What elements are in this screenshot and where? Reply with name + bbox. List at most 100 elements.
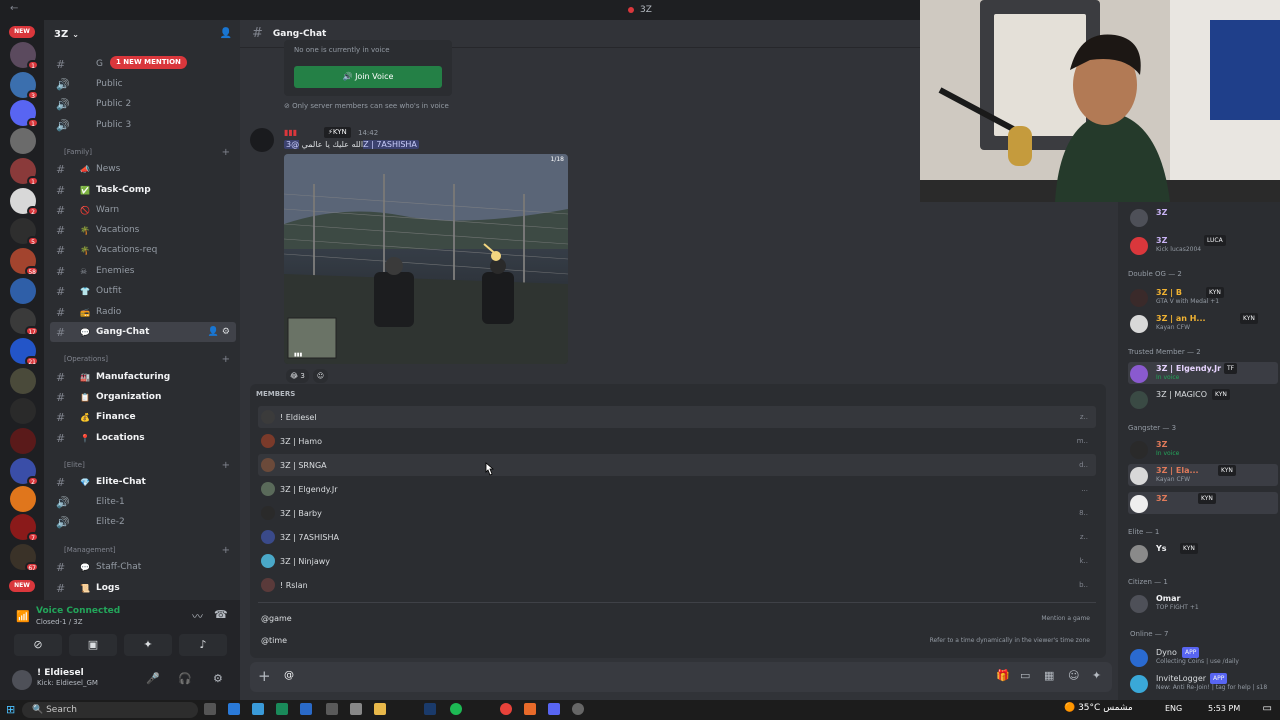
member[interactable]: 3Z | B GTA V with Medal +1 KYN bbox=[1128, 286, 1278, 308]
brave-icon[interactable] bbox=[524, 703, 536, 715]
member[interactable]: Ys KYN bbox=[1128, 542, 1278, 564]
emoji-icon[interactable]: ☺ bbox=[1068, 669, 1079, 682]
app-icon[interactable] bbox=[572, 703, 584, 715]
folder-icon[interactable] bbox=[374, 703, 386, 715]
member-option[interactable]: 3Z | Hamo m.. bbox=[258, 430, 1096, 452]
edge-icon[interactable] bbox=[276, 703, 288, 715]
server-icon[interactable]: 5 bbox=[10, 218, 39, 246]
channel-radio[interactable]: # 📻 Radio bbox=[50, 302, 236, 322]
member[interactable]: Dyno Collecting Coins | use /daily APP bbox=[1128, 646, 1278, 668]
channel-task-comp[interactable]: # ✅ Task-Comp bbox=[50, 180, 236, 200]
invite-icon[interactable]: 👤 bbox=[220, 28, 232, 39]
clock[interactable]: 5:53 PM bbox=[1208, 704, 1240, 713]
channel-vacations[interactable]: # 🌴 Vacations bbox=[50, 220, 236, 240]
server-icon[interactable]: 1 bbox=[10, 158, 39, 186]
member[interactable]: InviteLogger New: Anti Re-Join! | tag for… bbox=[1128, 672, 1278, 694]
member[interactable]: 3Z Kick lucas2004 LUCA bbox=[1128, 234, 1278, 256]
command-option[interactable]: @game Mention a game bbox=[258, 607, 1096, 629]
channel-staff-chat[interactable]: # 💬 Staff-Chat bbox=[50, 557, 236, 577]
server-icon[interactable]: 67 bbox=[10, 544, 39, 572]
member[interactable]: 3Z KYN bbox=[1128, 492, 1278, 514]
member-option[interactable]: 3Z | Barby 8.. bbox=[258, 502, 1096, 524]
disconnect-icon[interactable]: ☎ bbox=[214, 608, 228, 621]
member-option[interactable]: 3Z | SRNGA d.. bbox=[258, 454, 1096, 476]
message-input[interactable]: + @ 🎁 ▭ ▦ ☺ ✦ bbox=[250, 662, 1112, 692]
member[interactable]: 3Z | Elgendy.Jr In voice TF bbox=[1128, 362, 1278, 384]
activities-button[interactable]: ✦ bbox=[124, 634, 172, 656]
add-channel-icon[interactable]: + bbox=[222, 354, 230, 365]
soundboard-button[interactable]: ♪ bbox=[179, 634, 227, 656]
channel-vacations-req[interactable]: # 🌴 Vacations-req bbox=[50, 240, 236, 260]
channel-finance[interactable]: # 💰 Finance bbox=[50, 407, 236, 427]
member-option[interactable]: ! Eldiesel z.. bbox=[258, 406, 1096, 428]
chrome-icon[interactable] bbox=[500, 703, 512, 715]
windows-start-icon[interactable]: ⊞ bbox=[6, 703, 15, 716]
add-reaction-icon[interactable]: ☺ bbox=[312, 369, 329, 383]
notification-icon[interactable]: ▭ bbox=[1263, 703, 1272, 714]
server-icon[interactable] bbox=[10, 278, 36, 304]
gear-icon[interactable]: ⚙ bbox=[222, 327, 230, 337]
channel-warn[interactable]: # 🚫 Warn bbox=[50, 200, 236, 220]
steam-icon[interactable] bbox=[424, 703, 436, 715]
member[interactable]: 3Z In voice bbox=[1128, 438, 1278, 460]
add-channel-icon[interactable]: + bbox=[222, 545, 230, 556]
server-icon[interactable]: 7 bbox=[10, 514, 39, 542]
attach-plus-icon[interactable]: + bbox=[258, 667, 271, 685]
add-channel-icon[interactable]: + bbox=[222, 147, 230, 158]
server-icon[interactable]: 17 bbox=[10, 308, 39, 336]
noise-suppression-icon[interactable]: 〰 bbox=[192, 608, 203, 624]
task-view-icon[interactable] bbox=[204, 703, 216, 715]
signal-icon[interactable]: 📶 bbox=[16, 610, 30, 623]
discord-icon[interactable] bbox=[548, 703, 560, 715]
channel-news[interactable]: # 📣 News bbox=[50, 159, 236, 179]
camera-off-button[interactable]: ⊘ bbox=[14, 634, 62, 656]
reaction[interactable]: 😂 3 bbox=[286, 369, 309, 383]
taskbar-search[interactable]: 🔍 Search bbox=[22, 702, 198, 718]
channel-gang-chat[interactable]: # 💬 Gang-Chat 👤 ⚙ bbox=[50, 322, 236, 342]
category-operations[interactable]: [Operations] + bbox=[50, 350, 236, 368]
avatar[interactable] bbox=[12, 670, 32, 690]
member[interactable]: 3Z | Ela... Kayan CFW KYN bbox=[1128, 464, 1278, 486]
screen-share-button[interactable]: ▣ bbox=[69, 634, 117, 656]
channel-elite-1[interactable]: 🔊 Elite-1 bbox=[50, 492, 236, 512]
voice-channel[interactable]: 🔊 Public bbox=[50, 74, 236, 94]
server-icon[interactable] bbox=[10, 128, 36, 154]
member-option[interactable]: 3Z | Ninjawy k.. bbox=[258, 550, 1096, 572]
weather[interactable]: 🟠 35°C مشمس bbox=[1064, 703, 1133, 713]
member-option[interactable]: ! Rslan b.. bbox=[258, 574, 1096, 596]
gear-icon[interactable]: ⚙ bbox=[213, 672, 223, 685]
channel-enemies[interactable]: # ☠ Enemies bbox=[50, 261, 236, 281]
apps-icon[interactable]: ✦ bbox=[1092, 669, 1101, 682]
channel-manufacturing[interactable]: # 🏭 Manufacturing bbox=[50, 367, 236, 387]
voice-channel[interactable]: 🔊 Public 2 bbox=[50, 94, 236, 114]
gift-icon[interactable]: 🎁 bbox=[996, 669, 1010, 682]
member[interactable]: Omar TOP FIGHT +1 bbox=[1128, 592, 1278, 614]
add-channel-icon[interactable]: + bbox=[222, 460, 230, 471]
channel-locations[interactable]: # 📍 Locations bbox=[50, 428, 236, 448]
voice-channel[interactable]: 🔊 Public 3 bbox=[50, 115, 236, 135]
server-icon[interactable]: 58 bbox=[10, 248, 39, 276]
channel-logs[interactable]: # 📜 Logs bbox=[50, 578, 236, 598]
app-icon[interactable] bbox=[300, 703, 312, 715]
voice-status[interactable]: Voice Connected bbox=[36, 606, 120, 616]
gif-icon[interactable]: ▭ bbox=[1020, 669, 1030, 682]
member-option[interactable]: 3Z | 7ASHISHA z.. bbox=[258, 526, 1096, 548]
server-icon[interactable] bbox=[10, 398, 36, 424]
attached-image[interactable]: ▮▮▮ 1/18 bbox=[284, 154, 568, 364]
avatar[interactable] bbox=[250, 128, 274, 152]
member[interactable]: 3Z bbox=[1128, 206, 1278, 228]
channel-elite-2[interactable]: 🔊 Elite-2 bbox=[50, 512, 236, 532]
language-indicator[interactable]: ENG bbox=[1165, 704, 1182, 713]
command-option[interactable]: @time Refer to a time dynamically in the … bbox=[258, 629, 1096, 651]
user-name[interactable]: ! Eldiesel bbox=[37, 668, 84, 678]
back-arrow-icon[interactable]: ← bbox=[10, 3, 18, 14]
member[interactable]: 3Z | an H... Kayan CFW KYN bbox=[1128, 312, 1278, 334]
add-member-icon[interactable]: 👤 bbox=[208, 327, 219, 337]
join-voice-button[interactable]: 🔊 Join Voice bbox=[294, 66, 442, 88]
app-icon[interactable] bbox=[326, 703, 338, 715]
server-icon[interactable]: 3 bbox=[10, 72, 39, 100]
server-icon[interactable]: 2 bbox=[10, 458, 39, 486]
new-mention-badge[interactable]: 1 NEW MENTION bbox=[110, 56, 187, 69]
headphones-icon[interactable]: 🎧 bbox=[178, 672, 192, 685]
sticker-icon[interactable]: ▦ bbox=[1044, 669, 1054, 682]
